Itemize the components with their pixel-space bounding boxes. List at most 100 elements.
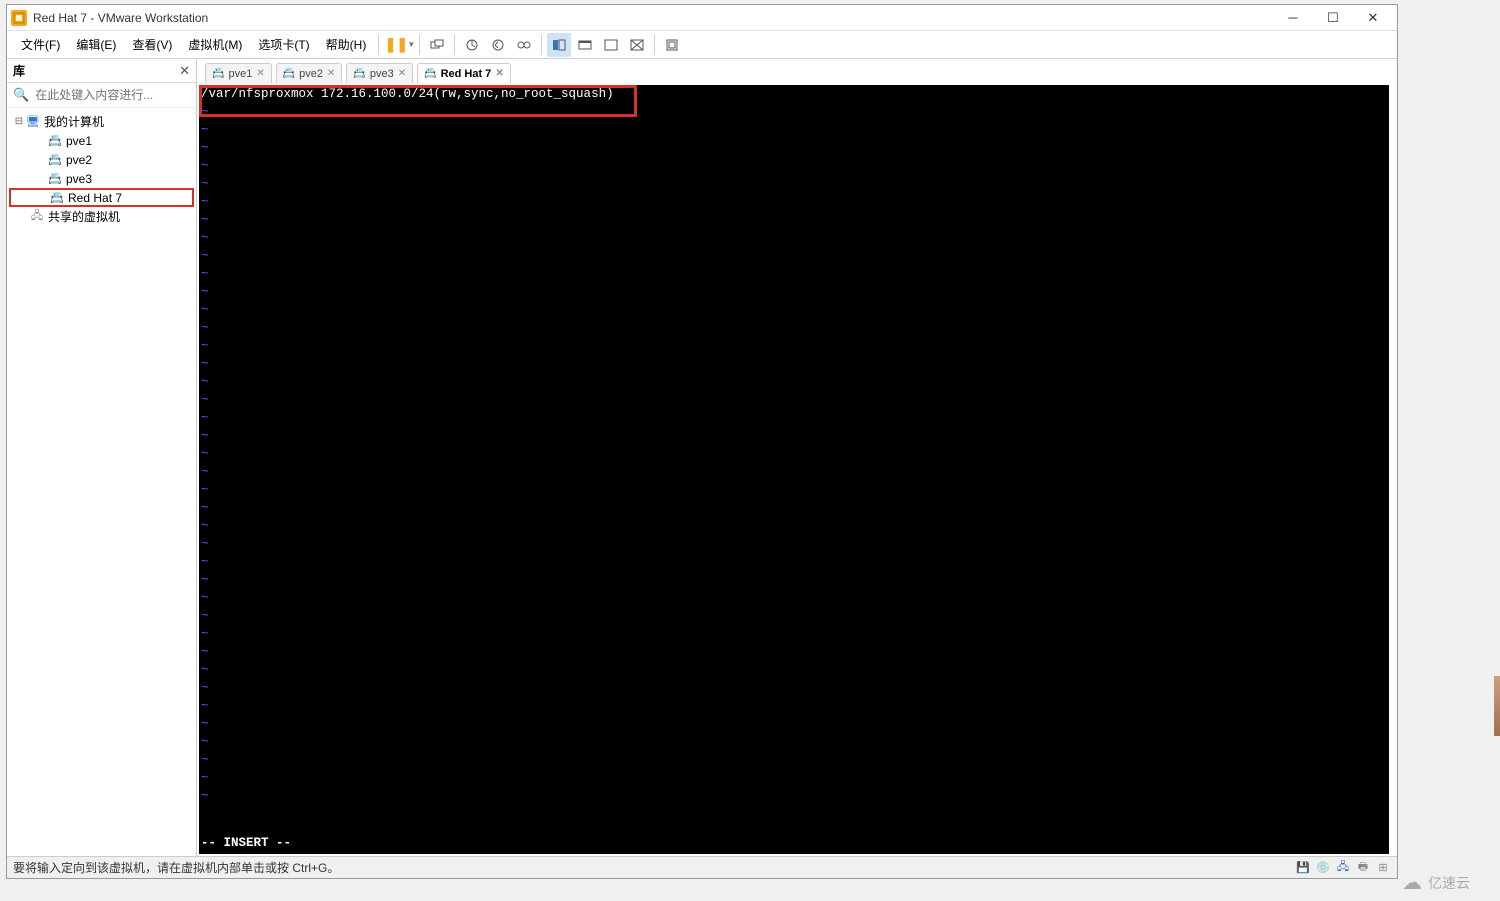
search-icon: 🔍: [13, 87, 29, 103]
terminal-tilde: ~: [199, 139, 1389, 157]
vm-icon: 📇: [212, 68, 224, 79]
tab-label: pve3: [370, 68, 394, 80]
library-button[interactable]: [660, 33, 684, 57]
titlebar: Red Hat 7 - VMware Workstation ─ ☐ ✕: [7, 5, 1397, 31]
vm-icon: 📇: [47, 171, 63, 187]
vm-icon: 📇: [47, 152, 63, 168]
terminal-tilde: ~: [199, 625, 1389, 643]
pause-button[interactable]: ❚❚: [384, 33, 408, 57]
statusbar: 要将输入定向到该虚拟机，请在虚拟机内部单击或按 Ctrl+G。 💾 💿 🖧 🖶 …: [7, 856, 1397, 878]
vim-mode-indicator: -- INSERT --: [201, 834, 291, 852]
menu-tabs[interactable]: 选项卡(T): [250, 32, 317, 57]
tree-label: 共享的虚拟机: [48, 208, 120, 225]
snapshot-button[interactable]: [460, 33, 484, 57]
sidebar-header: 库 ✕: [7, 59, 196, 83]
menu-vm[interactable]: 虚拟机(M): [180, 32, 250, 57]
sound-icon[interactable]: 🖶: [1355, 861, 1371, 875]
send-keys-button[interactable]: [425, 33, 449, 57]
maximize-button[interactable]: ☐: [1313, 7, 1353, 29]
tab-close-icon[interactable]: ✕: [327, 68, 335, 79]
terminal-tilde: ~: [199, 463, 1389, 481]
pause-dropdown-icon[interactable]: ▼: [407, 40, 415, 49]
window-title: Red Hat 7 - VMware Workstation: [33, 11, 1273, 25]
watermark-text: 亿速云: [1428, 873, 1470, 893]
tree-label: Red Hat 7: [68, 191, 122, 205]
tab-pve2[interactable]: 📇pve2✕: [276, 63, 343, 83]
minimize-button[interactable]: ─: [1273, 7, 1313, 29]
status-text: 要将输入定向到该虚拟机，请在虚拟机内部单击或按 Ctrl+G。: [13, 859, 1295, 876]
terminal-tilde: ~: [199, 319, 1389, 337]
vm-tree: ⊟ 🖥 我的计算机 📇 pve1 📇 pve2 📇 pve3 📇: [7, 108, 196, 856]
menu-view[interactable]: 查看(V): [124, 32, 180, 57]
vmware-app-icon: [11, 10, 27, 26]
tab-pve3[interactable]: 📇pve3✕: [346, 63, 413, 83]
terminal-tilde: ~: [199, 301, 1389, 319]
collapse-icon[interactable]: ⊟: [13, 116, 25, 127]
search-input[interactable]: [35, 88, 190, 102]
terminal-tilde: ~: [199, 769, 1389, 787]
tree-root-my-computer[interactable]: ⊟ 🖥 我的计算机: [9, 112, 194, 131]
terminal-tilde: ~: [199, 427, 1389, 445]
menu-edit[interactable]: 编辑(E): [68, 32, 124, 57]
terminal-container: /var/nfsproxmox 172.16.100.0/24(rw,sync,…: [199, 85, 1389, 854]
tree-shared-vms[interactable]: 🖧 共享的虚拟机: [9, 207, 194, 226]
tree-item-pve3[interactable]: 📇 pve3: [9, 169, 194, 188]
disk-icon[interactable]: 💾: [1295, 861, 1311, 875]
tab-label: pve2: [299, 68, 323, 80]
terminal-tilde: ~: [199, 571, 1389, 589]
separator: [419, 35, 420, 55]
body-area: 库 ✕ 🔍 ▼ ⊟ 🖥 我的计算机 📇 pve1 📇: [7, 59, 1397, 856]
tree-item-pve1[interactable]: 📇 pve1: [9, 131, 194, 150]
menu-help[interactable]: 帮助(H): [318, 32, 375, 57]
terminal-tilde: ~: [199, 553, 1389, 571]
terminal-tilde: ~: [199, 481, 1389, 499]
status-icons: 💾 💿 🖧 🖶 ⊞: [1295, 861, 1391, 875]
vm-console[interactable]: /var/nfsproxmox 172.16.100.0/24(rw,sync,…: [199, 85, 1389, 854]
thumbnail-view-button[interactable]: [547, 33, 571, 57]
tab-redhat7[interactable]: 📇Red Hat 7✕: [417, 63, 511, 83]
main-area: 📇 pve1 ✕ 📇 pve2 ✕ 📇 pve3 ✕ 📇Red Hat 7✕ /var/nf…: [197, 59, 1397, 856]
separator: [654, 35, 655, 55]
tab-pve1[interactable]: 📇 pve1 ✕: [205, 63, 272, 83]
tree-item-pve2[interactable]: 📇 pve2: [9, 150, 194, 169]
vm-icon: 📇: [47, 133, 63, 149]
unity-button[interactable]: [625, 33, 649, 57]
terminal-tilde: ~: [199, 265, 1389, 283]
vm-icon: 📇: [49, 190, 65, 206]
tree-label: pve1: [66, 134, 92, 148]
terminal-tilde: ~: [199, 373, 1389, 391]
terminal-tilde: ~: [199, 157, 1389, 175]
terminal-tilde: ~: [199, 337, 1389, 355]
vmware-window: Red Hat 7 - VMware Workstation ─ ☐ ✕ 文件(…: [6, 4, 1398, 879]
computer-icon: 🖥: [25, 114, 41, 130]
terminal-tilde: ~: [199, 499, 1389, 517]
terminal-tilde: ~: [199, 589, 1389, 607]
terminal-tilde: ~: [199, 607, 1389, 625]
tree-label: pve2: [66, 153, 92, 167]
network-icon[interactable]: 🖧: [1335, 861, 1351, 875]
tab-label: pve1: [228, 68, 252, 80]
manage-snapshots-button[interactable]: [512, 33, 536, 57]
console-view-button[interactable]: [573, 33, 597, 57]
usb-icon[interactable]: ⊞: [1375, 861, 1391, 875]
cdrom-icon[interactable]: 💿: [1315, 861, 1331, 875]
terminal-tilde: ~: [199, 535, 1389, 553]
close-button[interactable]: ✕: [1353, 7, 1393, 29]
terminal-tilde: ~: [199, 409, 1389, 427]
menu-file[interactable]: 文件(F): [13, 32, 68, 57]
sidebar-search: 🔍 ▼: [7, 83, 196, 108]
terminal-tilde: ~: [199, 355, 1389, 373]
tab-close-icon[interactable]: ✕: [398, 68, 406, 79]
sidebar-close-button[interactable]: ✕: [179, 63, 190, 79]
terminal-line: /var/nfsproxmox 172.16.100.0/24(rw,sync,…: [199, 85, 1389, 103]
terminal-tilde: ~: [199, 643, 1389, 661]
fullscreen-button[interactable]: [599, 33, 623, 57]
tab-close-icon[interactable]: ✕: [495, 68, 503, 79]
terminal-tilde: ~: [199, 103, 1389, 121]
tab-close-icon[interactable]: ✕: [256, 68, 264, 79]
revert-button[interactable]: [486, 33, 510, 57]
vm-tabs: 📇 pve1 ✕ 📇 pve2 ✕ 📇 pve3 ✕ 📇Red Hat 7✕: [197, 61, 1397, 83]
vm-icon: 📇: [424, 68, 436, 79]
tree-item-redhat7[interactable]: 📇 Red Hat 7: [9, 188, 194, 207]
terminal-tilde: ~: [199, 121, 1389, 139]
